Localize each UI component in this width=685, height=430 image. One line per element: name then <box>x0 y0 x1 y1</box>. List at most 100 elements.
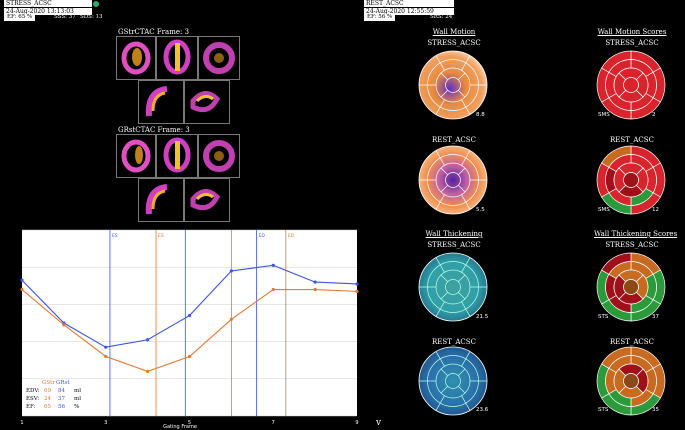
rest-title: REST_ACSC <box>364 0 454 8</box>
polar-spoke <box>440 90 448 98</box>
stress-long-blob-2 <box>190 91 221 113</box>
chart-xlabel: Gating Frame <box>163 424 197 430</box>
score-segment <box>618 67 644 81</box>
data-point <box>146 369 150 373</box>
data-point <box>355 282 359 286</box>
polar-spoke <box>435 301 445 317</box>
score-segment <box>645 71 657 99</box>
score-segment <box>630 93 654 111</box>
data-point <box>62 323 66 327</box>
stress-sds: SDS: 13 <box>80 14 103 20</box>
polar-spoke <box>461 257 471 273</box>
chart-ylabel: LV Vol (ml) <box>5 308 11 335</box>
data-point <box>104 354 108 359</box>
y-tick-label: 0 <box>16 414 19 420</box>
wall-thickening-rest-label: REST_ACSC <box>432 338 476 346</box>
y-tick-label: 20 <box>13 377 19 383</box>
volume-row-str: 24 <box>44 396 51 402</box>
polar-ring <box>445 373 461 389</box>
score-segment <box>652 162 666 198</box>
score-segment <box>596 67 610 103</box>
polar-spoke <box>440 386 448 394</box>
stress-sa-blob <box>121 41 151 75</box>
wms-stress-val: 2 <box>652 112 656 118</box>
rest-sa-blob <box>121 139 151 173</box>
rest-long-blob-2 <box>190 189 221 211</box>
score-segment <box>613 274 627 300</box>
score-segment <box>652 67 666 103</box>
polar-spoke <box>440 368 448 376</box>
score-segment <box>601 50 632 73</box>
volume-row-unit: ml <box>74 388 81 394</box>
polar-ring <box>435 162 471 198</box>
wall-motion-scores-stress-polar <box>596 50 666 120</box>
score-segment <box>613 368 627 394</box>
polar-spoke <box>440 72 448 80</box>
score-segment <box>630 188 654 206</box>
data-point <box>146 338 150 342</box>
polar-ring <box>427 355 479 407</box>
wall-motion-heading: Wall Motion <box>432 28 476 36</box>
stress-ef: EF: 65 % <box>4 14 36 21</box>
score-segment <box>613 72 627 98</box>
polar-spoke <box>461 301 471 317</box>
polar-spoke <box>458 167 466 175</box>
play-icon[interactable] <box>93 1 99 7</box>
wall-thickening-scores-rest-polar <box>596 346 666 416</box>
stress-sss: SSS: 37 <box>54 14 76 20</box>
frame-marker-label: ES <box>158 233 164 239</box>
score-segment <box>635 274 649 300</box>
wms-rest-sms: SMS <box>598 207 610 213</box>
score-segment <box>645 273 657 301</box>
rest-vla-blob <box>203 140 235 172</box>
polar-spoke <box>461 150 471 166</box>
polar-ring <box>435 269 471 305</box>
wms-stress-sms: SMS <box>598 112 610 118</box>
data-point <box>20 287 24 292</box>
stress-long-blob-1 <box>145 86 168 117</box>
wts-stress-val: 37 <box>652 314 659 320</box>
score-segment <box>635 72 649 98</box>
polar-spoke <box>458 386 466 394</box>
wall-thickening-scores-stress-polar <box>596 252 666 322</box>
data-point <box>271 287 275 292</box>
rest-vla-image <box>198 134 240 178</box>
score-apex <box>623 279 639 295</box>
polar-spoke <box>461 395 471 411</box>
wts-stress-sts: STS <box>598 314 609 320</box>
polar-spoke <box>461 194 471 210</box>
polar-spoke <box>458 90 466 98</box>
polar-ring <box>445 77 461 93</box>
stress-vla-blob <box>203 42 235 74</box>
score-segment <box>608 295 632 313</box>
gated-rest-title: GRstCTAC Frame: 3 <box>118 126 190 134</box>
wall-thickening-scores-stress-label: STRESS_ACSC <box>605 241 659 249</box>
wall-motion-scores-rest-label: REST_ACSC <box>610 136 654 144</box>
polar-ring <box>427 154 479 206</box>
wall-motion-scores-stress-label: STRESS_ACSC <box>605 39 659 47</box>
score-segment <box>605 71 617 99</box>
score-segment <box>630 389 654 407</box>
polar-ring <box>445 172 461 188</box>
polar-spoke <box>435 351 445 367</box>
score-segment <box>601 346 632 369</box>
y-tick-label: 60 <box>13 302 19 308</box>
polar-spoke <box>440 274 448 282</box>
volume-row-str: 69 <box>44 388 51 394</box>
score-segment <box>630 145 661 168</box>
data-point <box>313 287 317 292</box>
stress-short-axis-image <box>116 36 156 80</box>
polar-spoke <box>461 99 471 115</box>
polar-ring <box>427 59 479 111</box>
gated-stress-title: GStrCTAC Frame: 3 <box>118 28 190 36</box>
x-tick-label: 3 <box>104 420 107 426</box>
score-segment <box>605 367 617 395</box>
data-point <box>355 289 359 293</box>
bottom-glyph: v <box>376 418 382 428</box>
score-segment <box>608 93 632 111</box>
frame-marker-label: ED <box>288 233 295 239</box>
x-tick-label: 1 <box>20 420 23 426</box>
wt-stress-value: 21.5 <box>476 314 489 320</box>
polar-spoke <box>440 167 448 175</box>
wall-thickening-rest-polar <box>418 346 488 416</box>
